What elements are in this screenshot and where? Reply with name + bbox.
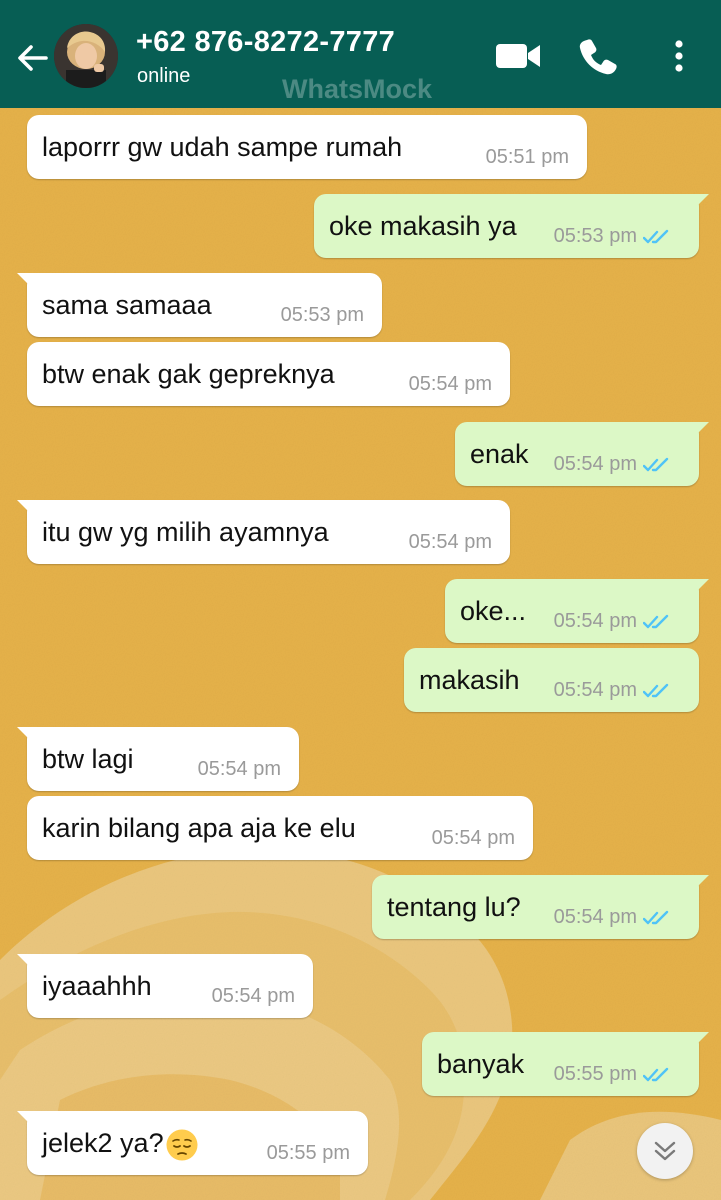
message-time: 05:55 pm	[553, 1063, 637, 1085]
message-incoming[interactable]: btw enak gak gepreknya 05:54 pm	[27, 342, 510, 406]
message-time: 05:54 pm	[553, 610, 637, 632]
message-time: 05:54 pm	[553, 453, 637, 475]
message-outgoing[interactable]: makasih 05:54 pm	[404, 648, 699, 712]
bubble-tail	[17, 500, 39, 516]
message-time: 05:54 pm	[197, 758, 281, 780]
message-time: 05:51 pm	[485, 146, 569, 168]
double-check-icon	[643, 1067, 669, 1081]
message-text: btw lagi	[42, 744, 134, 774]
arrow-left-icon[interactable]	[12, 38, 52, 78]
message-text: iyaaahhh	[42, 971, 152, 1001]
double-check-icon	[643, 683, 669, 697]
message-time: 05:54 pm	[553, 906, 637, 928]
message-text: enak	[470, 439, 529, 469]
watermark: WhatsMock	[282, 74, 433, 104]
chat-header: +62 876-8272-7777 online WhatsMock	[0, 0, 721, 108]
message-incoming[interactable]: karin bilang apa aja ke elu 05:54 pm	[27, 796, 533, 860]
message-text: jelek2 ya?	[42, 1128, 199, 1162]
message-outgoing[interactable]: tentang lu? 05:54 pm	[372, 875, 709, 939]
message-text: tentang lu?	[387, 892, 521, 922]
message-text: karin bilang apa aja ke elu	[42, 813, 356, 843]
chevron-double-down-icon	[654, 1141, 676, 1161]
message-time: 05:53 pm	[280, 304, 364, 326]
message-outgoing[interactable]: oke... 05:54 pm	[445, 579, 709, 643]
bubble-tail	[687, 875, 709, 891]
avatar[interactable]	[54, 24, 118, 88]
message-incoming[interactable]: jelek2 ya? 05:55 pm	[17, 1111, 368, 1175]
message-text: makasih	[419, 665, 520, 695]
more-vertical-icon[interactable]	[664, 36, 694, 76]
bubble-tail	[687, 1032, 709, 1048]
message-text: oke makasih ya	[329, 211, 517, 241]
message-outgoing[interactable]: enak 05:54 pm	[455, 422, 709, 486]
message-text: banyak	[437, 1049, 525, 1079]
bubble-tail	[687, 194, 709, 210]
message-text: itu gw yg milih ayamnya	[42, 517, 329, 547]
message-text: laporrr gw udah sampe rumah	[42, 132, 403, 162]
phone-icon[interactable]	[578, 36, 618, 76]
message-text: btw enak gak gepreknya	[42, 359, 335, 389]
double-check-icon	[643, 910, 669, 924]
message-time: 05:54 pm	[408, 531, 492, 553]
message-time: 05:54 pm	[408, 373, 492, 395]
message-incoming[interactable]: sama samaaa 05:53 pm	[17, 273, 382, 337]
bubble-tail	[17, 1111, 39, 1127]
double-check-icon	[643, 229, 669, 243]
bubble-tail	[687, 422, 709, 438]
contact-status: online	[137, 65, 191, 87]
double-check-icon	[643, 614, 669, 628]
bubble-tail	[17, 273, 39, 289]
message-time: 05:54 pm	[553, 679, 637, 701]
video-camera-icon[interactable]	[494, 36, 542, 76]
message-time: 05:53 pm	[553, 225, 637, 247]
message-outgoing[interactable]: banyak 05:55 pm	[422, 1032, 709, 1096]
message-outgoing[interactable]: oke makasih ya 05:53 pm	[314, 194, 709, 258]
message-incoming[interactable]: btw lagi 05:54 pm	[17, 727, 299, 791]
scroll-to-bottom-button[interactable]	[637, 1123, 693, 1179]
message-text: oke...	[460, 596, 527, 626]
bubble-tail	[17, 954, 39, 970]
bubble-tail	[687, 579, 709, 595]
message-time: 05:54 pm	[211, 985, 295, 1007]
contact-name[interactable]: +62 876-8272-7777	[136, 26, 395, 59]
message-incoming[interactable]: itu gw yg milih ayamnya 05:54 pm	[17, 500, 510, 564]
bubble-tail	[17, 727, 39, 743]
message-time: 05:54 pm	[431, 827, 515, 849]
message-text: sama samaaa	[42, 290, 212, 320]
message-incoming[interactable]: laporrr gw udah sampe rumah 05:51 pm	[27, 115, 587, 179]
message-time: 05:55 pm	[266, 1142, 350, 1164]
pensive-face-emoji-icon	[166, 1129, 198, 1161]
double-check-icon	[643, 457, 669, 471]
message-incoming[interactable]: iyaaahhh 05:54 pm	[17, 954, 313, 1018]
